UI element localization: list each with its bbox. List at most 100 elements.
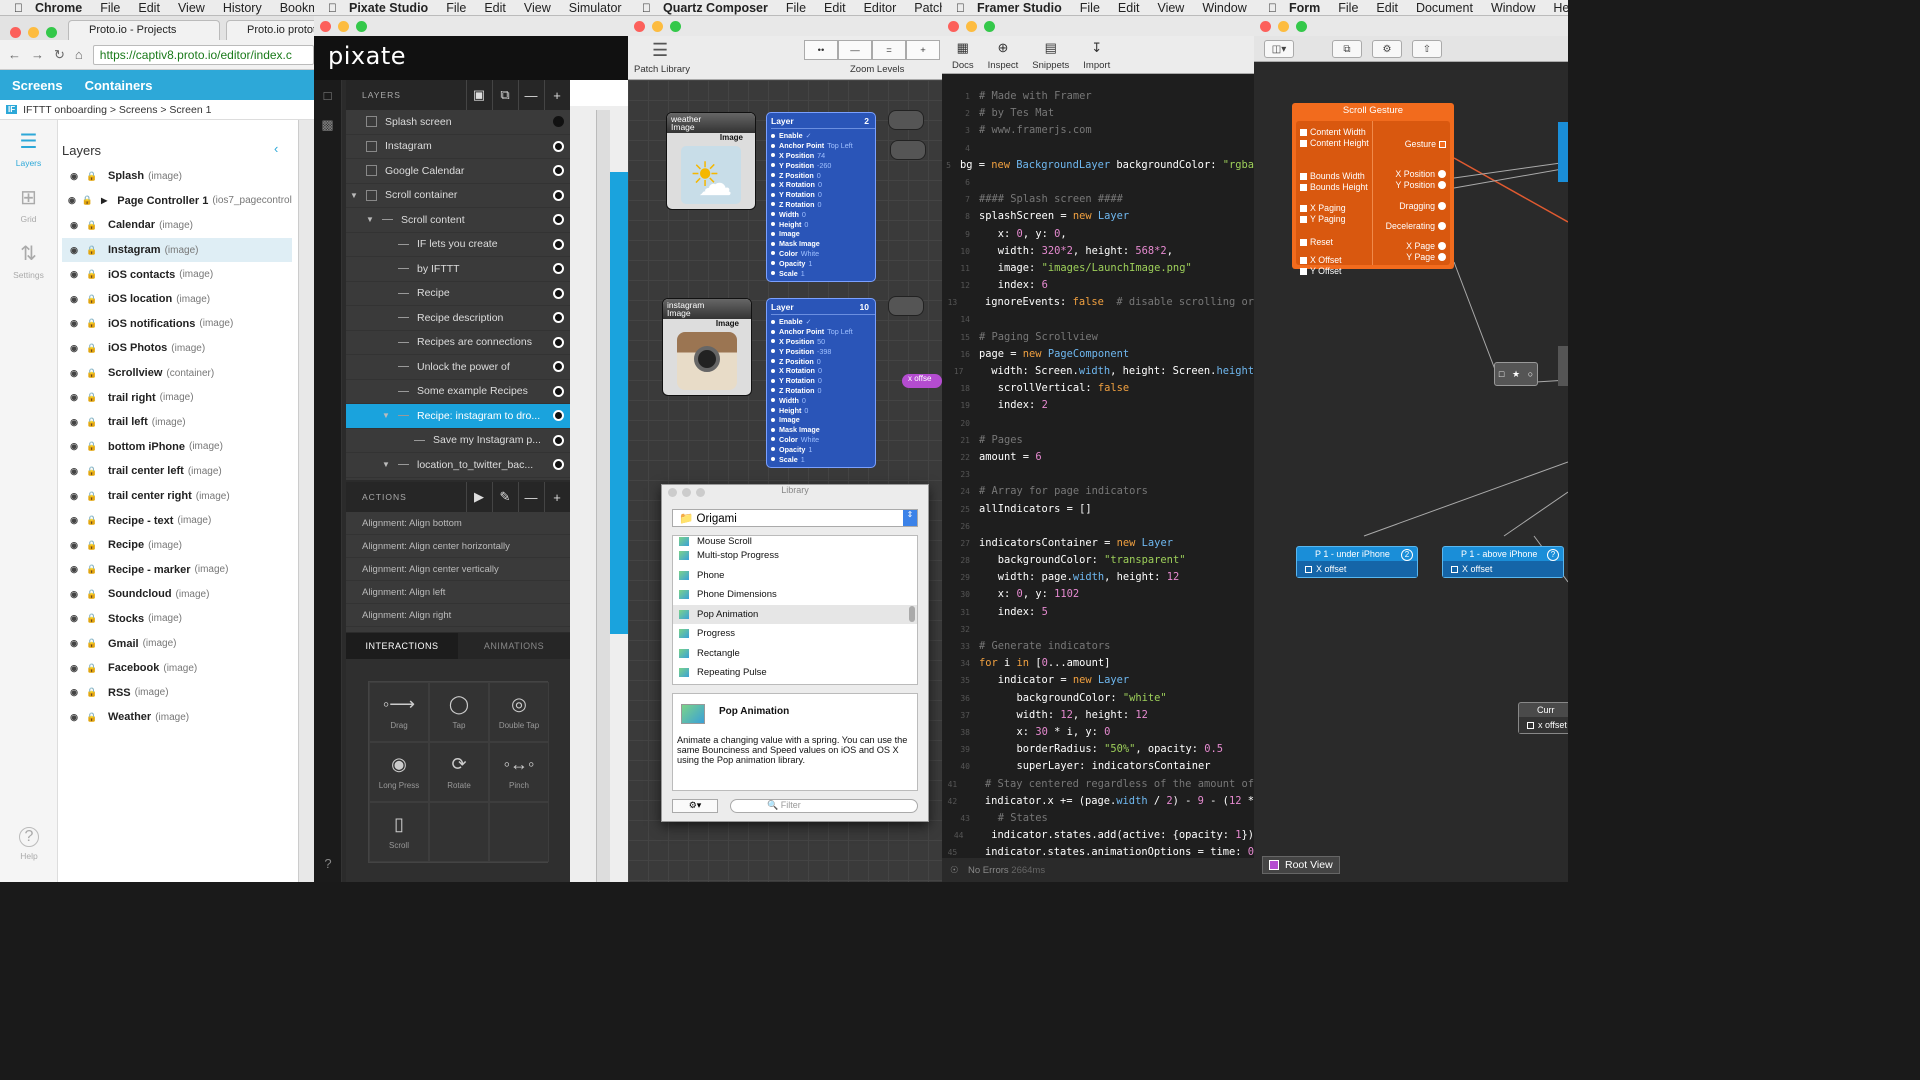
close-button[interactable]	[320, 21, 331, 32]
visibility-toggle[interactable]	[553, 116, 564, 128]
play-icon[interactable]: ▶	[466, 482, 492, 512]
eye-icon[interactable]: ◉	[68, 171, 80, 182]
menu-item[interactable]: Simulator	[569, 1, 622, 15]
device-icon[interactable]: ⧉	[1332, 40, 1362, 58]
settings-icon[interactable]: ☉	[950, 865, 959, 876]
layer-row[interactable]: Recipes are connections	[346, 331, 570, 355]
lock-icon[interactable]: 🔒	[86, 269, 98, 280]
lock-icon[interactable]: 🔒	[86, 638, 98, 649]
layer-row[interactable]: ◉ 🔒 Splash (image)	[62, 164, 292, 189]
nav-containers[interactable]: Containers	[85, 78, 153, 93]
menu-item[interactable]: Document	[1416, 1, 1473, 15]
menu-app-name[interactable]: Pixate Studio	[349, 1, 428, 15]
output-port[interactable]: Y Position	[1396, 180, 1446, 190]
patch-curr[interactable]: Curr x offset	[1518, 702, 1568, 734]
chevron-down-icon[interactable]: ▼	[382, 411, 392, 420]
eye-icon[interactable]: ◉	[68, 318, 80, 329]
input-port[interactable]: Bounds Width	[1300, 171, 1365, 181]
share-icon[interactable]: ⇧	[1412, 40, 1442, 58]
layer-row[interactable]: ◉ 🔒 iOS location (image)	[62, 287, 292, 312]
visibility-toggle[interactable]	[553, 263, 564, 275]
eye-icon[interactable]: ◉	[68, 540, 80, 551]
lock-icon[interactable]: 🔒	[86, 564, 98, 575]
zoom-button[interactable]	[356, 21, 367, 32]
reload-icon[interactable]: ↻	[54, 47, 65, 63]
gesture-drag[interactable]: ◦⟶ Drag	[369, 682, 429, 742]
group-icon[interactable]: ▣	[466, 80, 492, 110]
menu-item[interactable]: History	[223, 1, 262, 15]
layer-port[interactable]: Height 0	[771, 405, 875, 415]
output-port[interactable]: Gesture	[1405, 139, 1446, 149]
add-icon[interactable]: +	[544, 482, 570, 512]
breadcrumb-text[interactable]: IFTTT onboarding > Screens > Screen 1	[23, 104, 211, 116]
menu-item[interactable]: File	[100, 1, 120, 15]
layer-row[interactable]: ◉ 🔒 iOS Photos (image)	[62, 336, 292, 361]
layer-port[interactable]: Y Position -398	[771, 346, 875, 356]
zoom-out-button[interactable]: —	[838, 40, 872, 60]
apple-icon[interactable]: 	[14, 1, 23, 15]
patch-under-iphone[interactable]: P 1 - under iPhone 2 X offset	[1296, 546, 1418, 578]
image-patch-weather[interactable]: weather Image Image ☀ ☁	[666, 112, 756, 210]
action-item[interactable]: Alignment: Align bottom	[346, 512, 570, 535]
browser-tab[interactable]: Proto.io prototy	[226, 20, 314, 40]
patch-list-item[interactable]: Pop Animation	[673, 604, 917, 624]
zoom-button[interactable]	[1296, 21, 1307, 32]
patch-list-item[interactable]: Rectangle	[673, 644, 917, 664]
chevron-down-icon[interactable]: ⇕	[903, 510, 917, 526]
menu-item[interactable]: Bookmar	[280, 1, 314, 15]
patch-above-iphone[interactable]: P 1 - above iPhone? X offset	[1442, 546, 1564, 578]
zoom-button[interactable]	[696, 488, 705, 497]
gear-icon[interactable]: ⚙	[1372, 40, 1402, 58]
math-patch[interactable]	[890, 140, 926, 160]
layer-row[interactable]: ◉ 🔒 Scrollview (container)	[62, 361, 292, 386]
scroll-gesture-patch[interactable]: Scroll Gesture Content Width Content Heig…	[1292, 103, 1454, 276]
image-tool-icon[interactable]: ▩	[314, 110, 341, 140]
eye-icon[interactable]: ◉	[68, 515, 80, 526]
image-patch-instagram[interactable]: instagram Image Image	[662, 298, 752, 396]
help-icon[interactable]: ?	[314, 848, 342, 878]
gesture-double-tap[interactable]: ◎ Double Tap	[489, 682, 549, 742]
layer-port[interactable]: Y Rotation 0	[771, 190, 875, 200]
add-icon[interactable]: +	[544, 80, 570, 110]
menu-item[interactable]: View	[524, 1, 551, 15]
layer-row[interactable]: ◉ 🔒 trail left (image)	[62, 410, 292, 435]
action-item[interactable]: Alignment: Align left	[346, 581, 570, 604]
menu-app-name[interactable]: Framer Studio	[977, 1, 1062, 15]
sidebar-item-layers[interactable]: ☰ Layers	[0, 120, 57, 176]
layer-row[interactable]: Instagram	[346, 135, 570, 159]
lock-icon[interactable]: 🔒	[86, 318, 98, 329]
visibility-toggle[interactable]	[553, 287, 564, 299]
menu-item[interactable]: Edit	[138, 1, 160, 15]
lock-icon[interactable]: 🔒	[86, 613, 98, 624]
eye-icon[interactable]: ◉	[68, 613, 80, 624]
layer-row[interactable]: Unlock the power of	[346, 355, 570, 380]
zoom-in-button[interactable]: +	[906, 40, 940, 60]
layer-row[interactable]: ◉ 🔒 bottom iPhone (image)	[62, 435, 292, 460]
offscreen-patch[interactable]	[1558, 122, 1568, 182]
action-item[interactable]: Alignment: Align center vertically	[346, 558, 570, 581]
layer-row[interactable]: ▼ Scroll container	[346, 184, 570, 208]
layer-port[interactable]: Width 0	[771, 395, 875, 405]
xoffset-patch[interactable]: x offse	[902, 374, 942, 388]
apple-icon[interactable]: 	[1268, 1, 1277, 15]
lock-icon[interactable]: 🔒	[86, 515, 98, 526]
patch-list-item[interactable]: Multi-stop Progress	[673, 546, 917, 566]
close-button[interactable]	[10, 27, 21, 38]
layer-row[interactable]: ◉ 🔒 Recipe - marker (image)	[62, 558, 292, 583]
menu-app-name[interactable]: Chrome	[35, 1, 82, 15]
layer-row[interactable]: ▼ Scroll content	[346, 208, 570, 233]
layer-row[interactable]: ◉ 🔒 Soundcloud (image)	[62, 582, 292, 607]
menu-item[interactable]: Edit	[1118, 1, 1140, 15]
menu-item[interactable]: View	[1157, 1, 1184, 15]
layer-port[interactable]: Enable ✓	[771, 131, 875, 141]
layer-port[interactable]: Height 0	[771, 219, 875, 229]
layer-port[interactable]: Scale 1	[771, 454, 875, 464]
eye-icon[interactable]: ◉	[68, 245, 80, 256]
lock-icon[interactable]: 🔒	[86, 417, 98, 428]
input-port[interactable]: Bounds Height	[1300, 182, 1368, 192]
sidebar-item-grid[interactable]: ⊞ Grid	[0, 176, 57, 232]
patch-list-item[interactable]: Progress	[673, 624, 917, 644]
menu-item[interactable]: Editor	[864, 1, 897, 15]
eye-icon[interactable]: ◉	[68, 269, 80, 280]
gesture-pinch[interactable]: ◦↔◦ Pinch	[489, 742, 549, 802]
